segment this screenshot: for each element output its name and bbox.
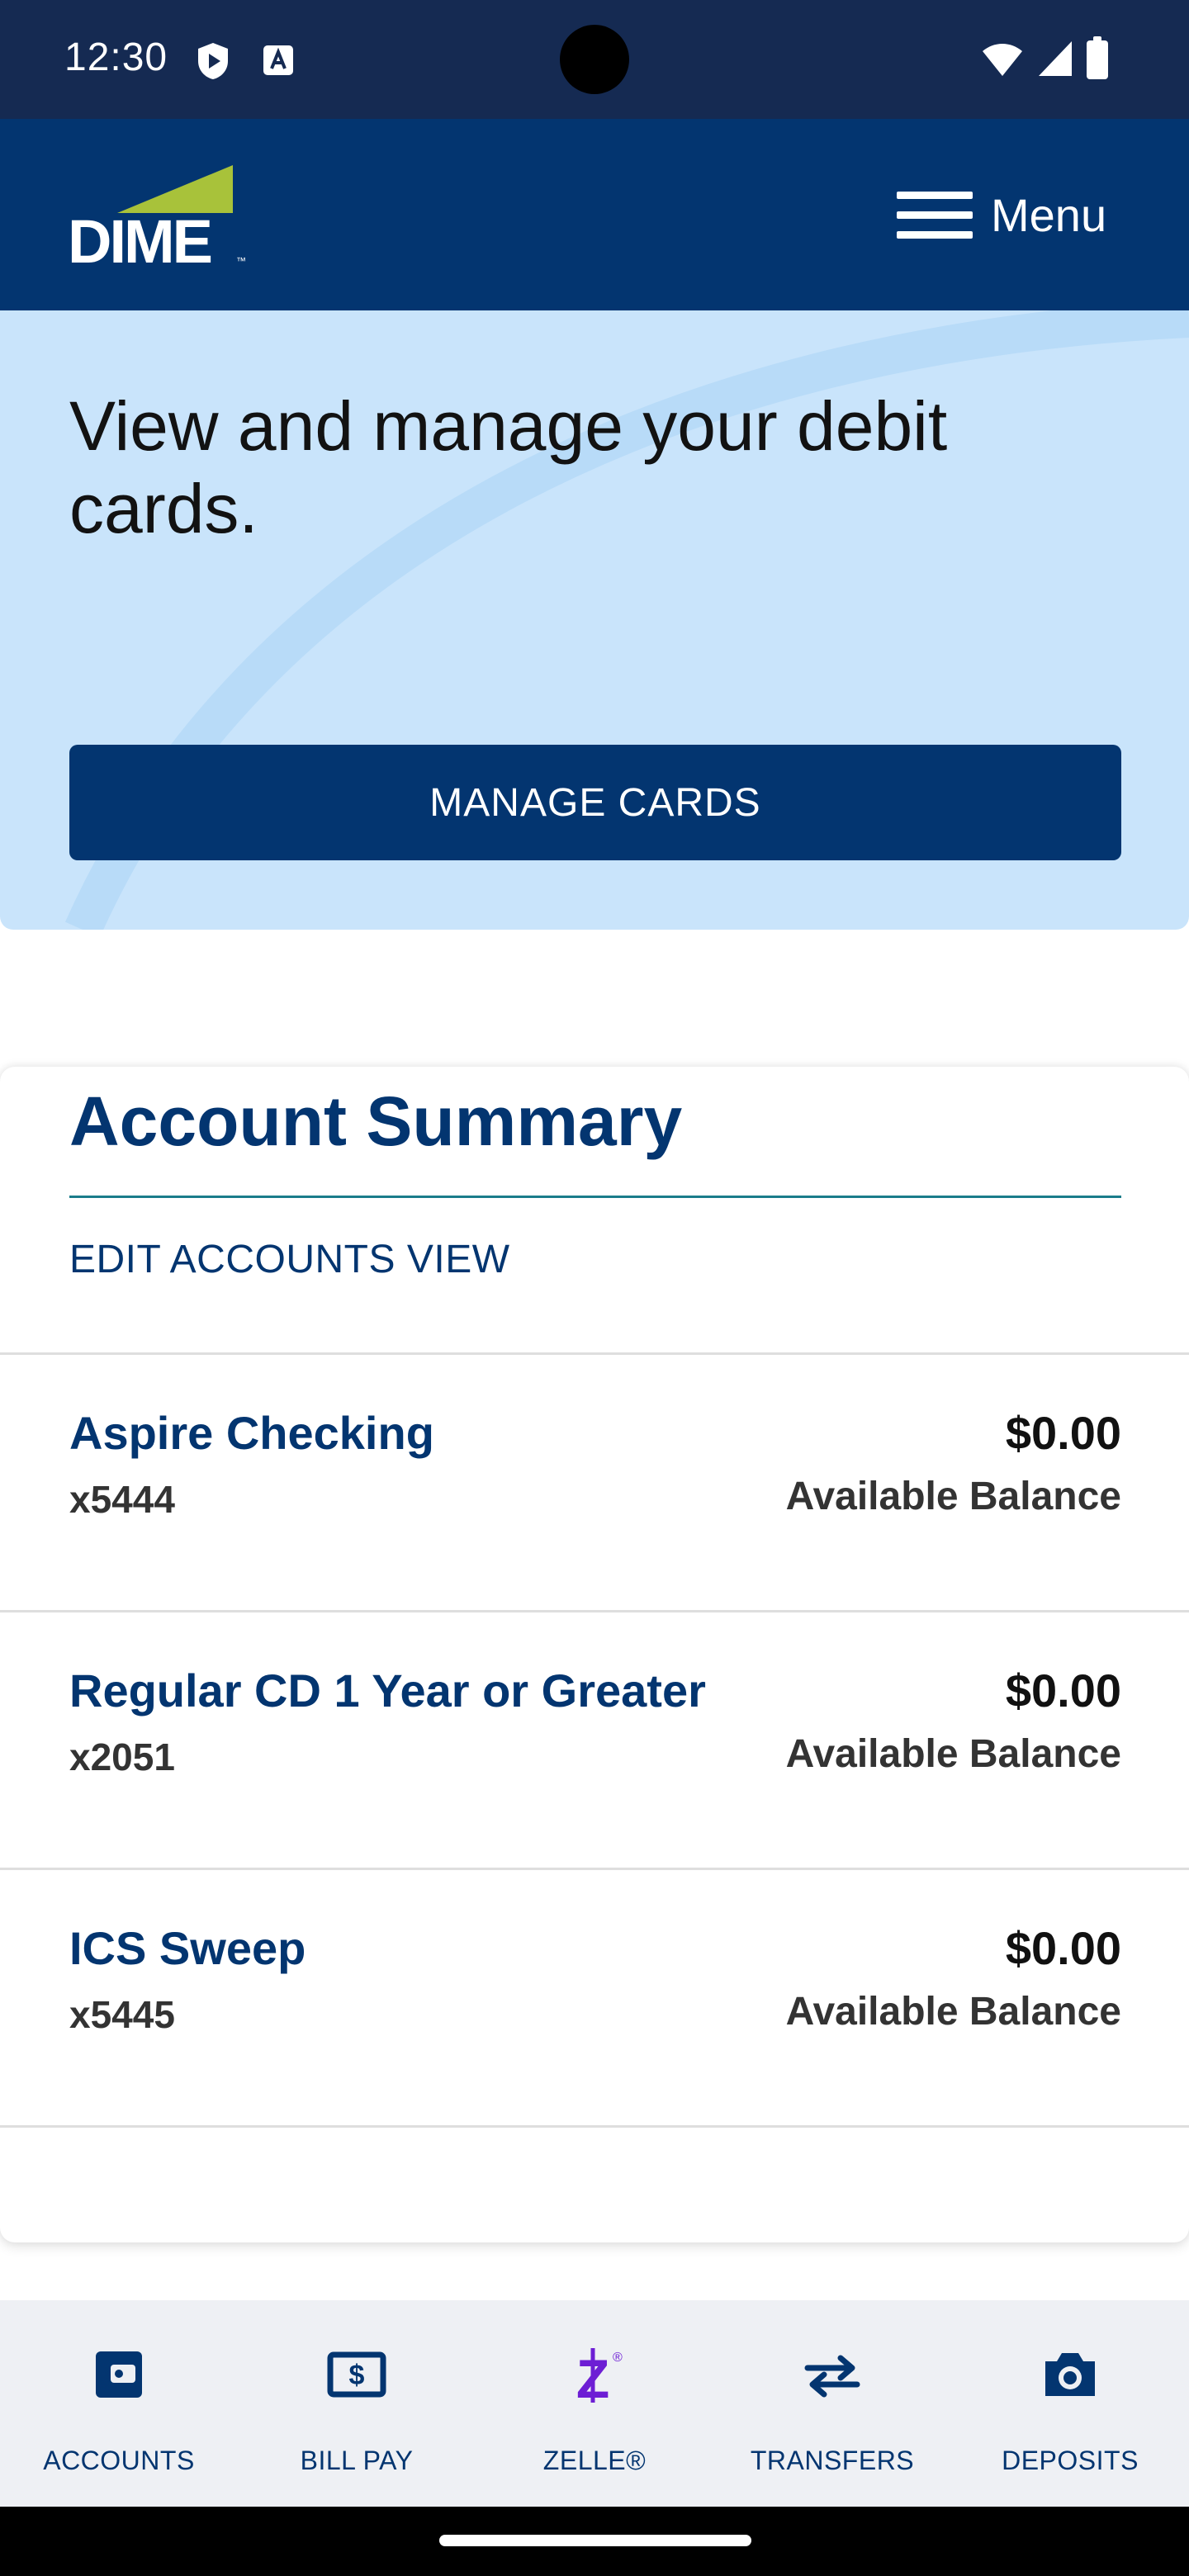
account-balance: $0.00 [1005,1407,1121,1459]
dime-logo[interactable]: DIME ™ [68,163,246,271]
bottom-nav: ACCOUNTS $ BILL PAY Z ® ZELLE® TRANSFERS… [0,2300,1189,2507]
svg-text:®: ® [613,2351,623,2365]
zelle-icon: Z ® [576,2348,623,2406]
account-number: x5445 [69,1993,175,2036]
debit-cards-promo: View and manage your debit cards. MANAGE… [0,310,1189,930]
nav-label: TRANSFERS [750,2446,915,2475]
system-gesture-area [0,2507,1189,2576]
nav-label: DEPOSITS [1002,2446,1139,2475]
transfer-arrows-icon [804,2355,860,2398]
account-summary-card: Account Summary EDIT ACCOUNTS VIEW Aspir… [0,1067,1189,2242]
promo-title: View and manage your debit cards. [69,387,948,547]
nav-label: BILL PAY [300,2446,414,2475]
status-bar: 12:30 [0,0,1189,119]
shield-icon [198,43,228,79]
nav-deposits[interactable]: DEPOSITS [951,2300,1189,2507]
manage-cards-button[interactable]: MANAGE CARDS [69,745,1121,860]
account-row[interactable]: ICS Sweep x5445 $0.00 Available Balance [0,1870,1189,2126]
menu-label: Menu [991,188,1107,241]
wallet-icon [96,2351,142,2398]
svg-text:$: $ [349,2360,365,2391]
battery-icon [1087,36,1108,79]
edit-accounts-view-link[interactable]: EDIT ACCOUNTS VIEW [69,1237,510,1282]
svg-text:™: ™ [236,255,246,267]
account-number: x5444 [69,1478,175,1521]
available-balance-label: Available Balance [785,1732,1121,1776]
account-balance: $0.00 [1005,1922,1121,1974]
svg-text:DIME: DIME [68,207,211,271]
account-row[interactable]: Aspire Checking x5444 $0.00 Available Ba… [0,1355,1189,1611]
available-balance-label: Available Balance [785,1990,1121,2034]
home-gesture-handle[interactable] [439,2535,751,2546]
account-balance: $0.00 [1005,1664,1121,1717]
menu-button[interactable]: Menu [897,173,1144,256]
nav-zelle[interactable]: Z ® ZELLE® [476,2300,713,2507]
status-time: 12:30 [64,36,168,79]
nav-transfers[interactable]: TRANSFERS [713,2300,951,2507]
title-divider [69,1196,1121,1198]
wifi-icon [983,44,1022,76]
account-summary-title: Account Summary [69,1082,683,1160]
font-a-icon [263,45,293,75]
app-header: DIME ™ Menu [0,119,1189,310]
account-number: x2051 [69,1735,175,1778]
bill-icon: $ [327,2351,386,2398]
nav-label: ZELLE® [542,2446,647,2475]
camera-icon [1045,2353,1095,2396]
hamburger-menu-icon [897,192,973,239]
signal-icon [1039,41,1072,76]
available-balance-label: Available Balance [785,1475,1121,1518]
account-name[interactable]: Regular CD 1 Year or Greater [69,1664,706,1717]
account-row[interactable]: Regular CD 1 Year or Greater x2051 $0.00… [0,1612,1189,1868]
account-name[interactable]: Aspire Checking [69,1406,434,1460]
camera-cutout [560,25,629,94]
divider [0,2125,1189,2128]
nav-accounts[interactable]: ACCOUNTS [0,2300,238,2507]
nav-label: ACCOUNTS [43,2446,195,2475]
account-name[interactable]: ICS Sweep [69,1921,306,1975]
nav-bill-pay[interactable]: $ BILL PAY [238,2300,476,2507]
